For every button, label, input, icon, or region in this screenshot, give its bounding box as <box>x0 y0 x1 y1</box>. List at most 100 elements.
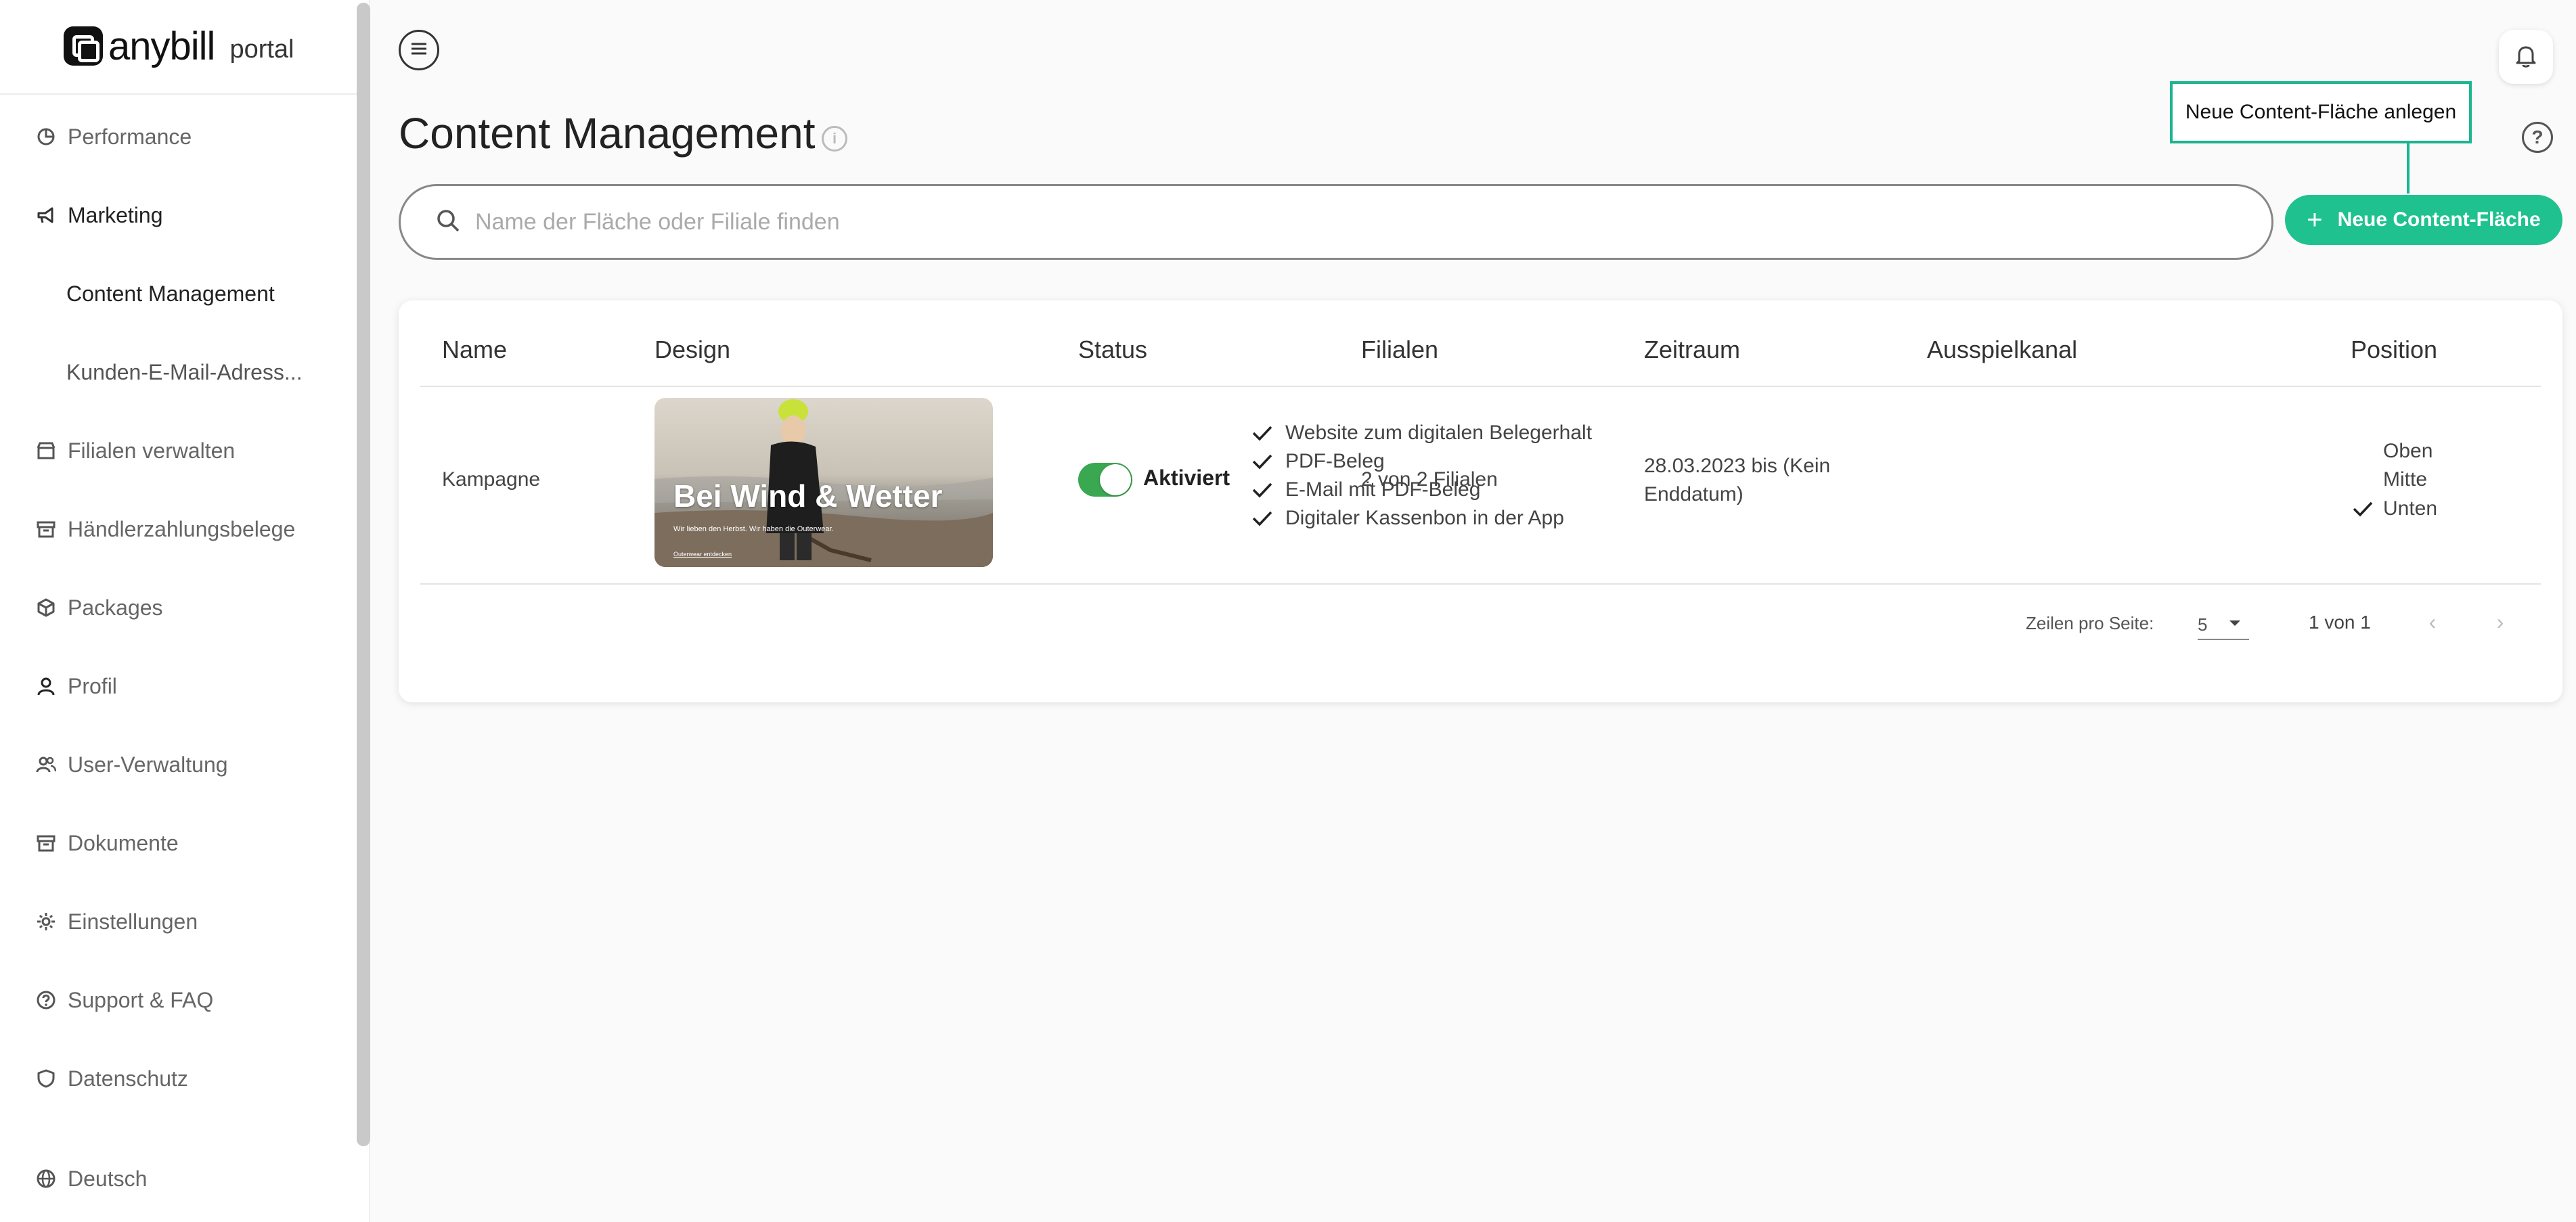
archive-icon <box>35 518 57 540</box>
language-selector[interactable]: Deutsch <box>35 1158 147 1199</box>
sidebar-item-label: Einstellungen <box>68 909 198 934</box>
sidebar-item-filialen[interactable]: Filialen verwalten <box>35 430 235 471</box>
column-header-zeitraum[interactable]: Zeitraum <box>1644 336 1740 364</box>
check-icon <box>1250 449 1274 474</box>
help-icon <box>35 989 57 1011</box>
rows-per-page-value: 5 <box>2198 614 2208 635</box>
row-zeitraum-line1: 28.03.2023 bis (Kein <box>1644 455 1831 477</box>
language-label: Deutsch <box>68 1166 148 1191</box>
gear-icon <box>35 911 57 932</box>
logo-subtitle: portal <box>229 35 294 64</box>
column-header-ausspielkanal[interactable]: Ausspielkanal <box>1927 336 2077 364</box>
archive-icon <box>35 832 57 854</box>
design-headline: Bei Wind & Wetter <box>673 478 943 514</box>
check-icon <box>1250 421 1274 445</box>
users-icon <box>35 754 57 775</box>
check-icon <box>1250 478 1274 502</box>
store-icon <box>35 440 57 461</box>
sidebar-item-label: Filialen verwalten <box>68 438 236 463</box>
hamburger-icon <box>409 41 429 60</box>
sidebar-item-support[interactable]: Support & FAQ <box>35 980 213 1020</box>
sidebar-item-label: Support & FAQ <box>68 987 214 1012</box>
channel-item: PDF-Beleg <box>1250 449 1385 474</box>
menu-toggle-button[interactable] <box>399 30 439 70</box>
help-button[interactable]: ? <box>2522 122 2553 153</box>
channel-label: E-Mail mit PDF-Beleg <box>1285 478 1481 501</box>
column-header-position[interactable]: Position <box>2351 336 2437 364</box>
sidebar: anybill portal Performance Marketing Con… <box>0 0 370 1222</box>
column-header-filialen[interactable]: Filialen <box>1361 336 1438 364</box>
sidebar-item-marketing[interactable]: Marketing <box>35 195 163 235</box>
column-header-status[interactable]: Status <box>1078 336 1147 364</box>
row-divider <box>420 583 2541 585</box>
sidebar-divider <box>0 93 357 95</box>
sidebar-item-datenschutz[interactable]: Datenschutz <box>35 1058 188 1099</box>
sidebar-scrollbar[interactable] <box>357 3 370 1146</box>
chevron-down-icon <box>2226 614 2244 637</box>
search-icon <box>435 207 462 237</box>
check-icon <box>2351 497 2375 521</box>
sidebar-subitem-content-management[interactable]: Content Management <box>66 273 275 314</box>
search-input[interactable] <box>475 208 2235 235</box>
new-content-button[interactable]: + Neue Content-Fläche <box>2285 195 2562 245</box>
notifications-button[interactable] <box>2499 30 2553 84</box>
sidebar-item-label: Performance <box>68 124 192 149</box>
shield-icon <box>35 1068 57 1089</box>
channel-item: E-Mail mit PDF-Beleg <box>1250 478 1480 502</box>
logo-mark-icon <box>64 26 103 66</box>
sidebar-item-dokumente[interactable]: Dokumente <box>35 823 179 863</box>
content-table-card: Name Design Status Filialen Zeitraum Aus… <box>399 300 2562 702</box>
column-header-name[interactable]: Name <box>442 336 507 364</box>
position-oben: Oben <box>2383 440 2433 462</box>
channel-label: Website zum digitalen Belegerhalt <box>1285 422 1593 444</box>
channel-item: Website zum digitalen Belegerhalt <box>1250 421 1592 445</box>
tooltip-connector <box>2407 143 2410 194</box>
sidebar-subitem-kunden-email[interactable]: Kunden-E-Mail-Adress... <box>66 352 303 392</box>
globe-icon <box>35 1168 57 1190</box>
person-icon <box>35 675 57 697</box>
logo-text: anybill <box>108 24 215 68</box>
header-divider <box>420 386 2541 387</box>
status-toggle[interactable] <box>1078 463 1132 497</box>
logo[interactable]: anybill portal <box>64 24 294 68</box>
sidebar-item-label: User-Verwaltung <box>68 752 228 777</box>
sidebar-item-label: Datenschutz <box>68 1066 188 1091</box>
package-icon <box>35 597 57 618</box>
column-header-design[interactable]: Design <box>654 336 730 364</box>
position-label: Unten <box>2383 497 2438 520</box>
sidebar-item-einstellungen[interactable]: Einstellungen <box>35 901 198 942</box>
info-icon[interactable]: i <box>822 126 847 152</box>
row-zeitraum-line2: Enddatum) <box>1644 483 1744 505</box>
search-bar[interactable] <box>399 184 2273 260</box>
new-content-button-label: Neue Content-Fläche <box>2337 208 2541 231</box>
app-root: anybill portal Performance Marketing Con… <box>0 0 2576 1222</box>
channel-label: PDF-Beleg <box>1285 450 1385 472</box>
pagination-count: 1 von 1 <box>2309 612 2371 633</box>
rows-per-page-label: Zeilen pro Seite: <box>2026 613 2154 633</box>
design-subline: Wir lieben den Herbst. Wir haben die Out… <box>673 525 834 533</box>
sidebar-item-performance[interactable]: Performance <box>35 116 192 157</box>
channel-label: Digitaler Kassenbon in der App <box>1285 507 1564 529</box>
sidebar-item-user-verwaltung[interactable]: User-Verwaltung <box>35 744 228 785</box>
check-icon <box>1250 506 1274 530</box>
page-title: Content Management <box>399 109 816 158</box>
rows-per-page-select[interactable]: 5 <box>2198 609 2249 640</box>
bell-icon <box>2512 42 2539 72</box>
status-label: Aktiviert <box>1143 466 1230 490</box>
next-page-icon[interactable]: › <box>2490 610 2510 634</box>
sidebar-item-label: Profil <box>68 673 117 698</box>
position-unten: Unten <box>2351 497 2437 521</box>
sidebar-item-label: Dokumente <box>68 830 179 855</box>
chart-pie-icon <box>35 126 57 148</box>
plus-icon: + <box>2307 204 2323 235</box>
position-mitte: Mitte <box>2383 468 2428 491</box>
channel-item: Digitaler Kassenbon in der App <box>1250 506 1564 530</box>
sidebar-item-profil[interactable]: Profil <box>35 666 117 706</box>
sidebar-item-label: Marketing <box>68 202 163 227</box>
design-preview-image[interactable]: Bei Wind & Wetter Wir lieben den Herbst.… <box>654 398 993 567</box>
sidebar-item-packages[interactable]: Packages <box>35 587 163 628</box>
sidebar-item-label: Händlerzahlungsbelege <box>68 516 296 541</box>
sidebar-item-haendlerzahlungsbelege[interactable]: Händlerzahlungsbelege <box>35 509 295 549</box>
previous-page-icon[interactable]: ‹ <box>2422 610 2443 634</box>
megaphone-icon <box>35 204 57 226</box>
